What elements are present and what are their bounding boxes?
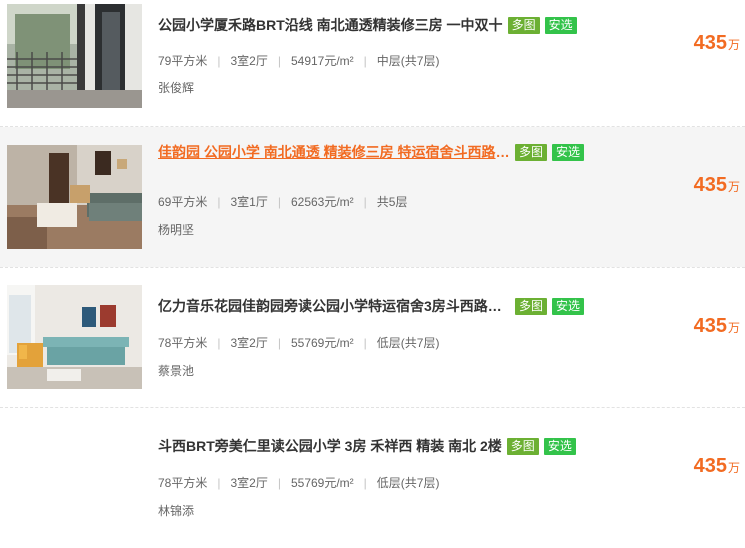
listing-title-row: 斗西BRT旁美仁里读公园小学 3房 禾祥西 精装 南北 2楼 多图 安选 (158, 434, 576, 458)
listing-title-link[interactable]: 亿力音乐花园佳韵园旁读公园小学特运宿舍3房斗西路BR... (158, 296, 510, 316)
room-layout: 3室2厅 (230, 476, 268, 490)
area: 78平方米 (158, 476, 208, 490)
price-unit: 万 (727, 180, 740, 194)
listing-info: 78平方米 | 3室2厅 | 55769元/m² | 低层(共7层) (158, 335, 440, 351)
unit-price: 54917元/m² (290, 54, 354, 68)
room-layout: 3室2厅 (230, 54, 268, 68)
price-value: 435 (693, 174, 727, 196)
price-value: 435 (693, 315, 727, 337)
agent-name: 林锦添 (158, 504, 195, 518)
price-unit: 万 (727, 321, 740, 335)
floor: 中层(共7层) (376, 54, 440, 68)
listing-title-link[interactable]: 斗西BRT旁美仁里读公园小学 3房 禾祥西 精装 南北 2楼 (158, 436, 502, 456)
price-value: 435 (693, 455, 727, 477)
area: 79平方米 (158, 54, 208, 68)
room-layout: 3室1厅 (230, 195, 268, 209)
price-unit: 万 (727, 461, 740, 475)
unit-price: 62563元/m² (290, 195, 354, 209)
tag-multi-photo: 多图 (515, 143, 548, 161)
listing-title-row: 公园小学厦禾路BRT沿线 南北通透精装修三房 一中双十 多图 安选 (158, 13, 577, 37)
total-price: 435万 (694, 174, 740, 197)
listing-photo[interactable] (7, 145, 142, 249)
listing-info: 79平方米 | 3室2厅 | 54917元/m² | 中层(共7层) (158, 53, 440, 69)
floor: 低层(共7层) (376, 476, 440, 490)
tag-multi-photo: 多图 (515, 297, 548, 315)
unit-price: 55769元/m² (290, 476, 354, 490)
floor: 共5层 (376, 195, 408, 209)
tag-verified: 安选 (552, 143, 585, 161)
agent-name: 蔡景池 (158, 364, 195, 378)
tag-multi-photo: 多图 (507, 16, 540, 34)
listing-item[interactable]: 斗西BRT旁美仁里读公园小学 3房 禾祥西 精装 南北 2楼 多图 安选 78平… (0, 408, 745, 548)
total-price: 435万 (694, 455, 740, 478)
listing-info: 78平方米 | 3室2厅 | 55769元/m² | 低层(共7层) (158, 475, 440, 491)
listing-item[interactable]: 公园小学厦禾路BRT沿线 南北通透精装修三房 一中双十 多图 安选 79平方米 |… (0, 0, 745, 140)
listing-list: 公园小学厦禾路BRT沿线 南北通透精装修三房 一中双十 多图 安选 79平方米 |… (0, 0, 745, 525)
room-layout: 3室2厅 (230, 336, 268, 350)
listing-item[interactable]: 佳韵园 公园小学 南北通透 精装修三房 特运宿舍斗西路B... 多图 安选 69… (0, 127, 745, 267)
tag-verified: 安选 (543, 437, 576, 455)
tag-verified: 安选 (552, 297, 585, 315)
price-unit: 万 (727, 38, 740, 52)
agent-name: 杨明坚 (158, 223, 195, 237)
tag-multi-photo: 多图 (506, 437, 539, 455)
listing-photo[interactable] (7, 426, 142, 530)
listing-title-row: 佳韵园 公园小学 南北通透 精装修三房 特运宿舍斗西路B... 多图 安选 (158, 140, 585, 164)
total-price: 435万 (694, 32, 740, 55)
agent-name: 张俊辉 (158, 81, 195, 95)
total-price: 435万 (694, 315, 740, 338)
listing-photo[interactable] (7, 285, 142, 389)
listing-photo[interactable] (7, 4, 142, 108)
unit-price: 55769元/m² (290, 336, 354, 350)
listing-title-link[interactable]: 公园小学厦禾路BRT沿线 南北通透精装修三房 一中双十 (158, 15, 503, 35)
listing-item[interactable]: 亿力音乐花园佳韵园旁读公园小学特运宿舍3房斗西路BR... 多图 安选 78平方… (0, 268, 745, 408)
listing-title-link[interactable]: 佳韵园 公园小学 南北通透 精装修三房 特运宿舍斗西路B... (158, 142, 510, 162)
price-value: 435 (693, 32, 727, 54)
listing-title-row: 亿力音乐花园佳韵园旁读公园小学特运宿舍3房斗西路BR... 多图 安选 (158, 294, 585, 318)
listing-info: 69平方米 | 3室1厅 | 62563元/m² | 共5层 (158, 194, 408, 210)
area: 78平方米 (158, 336, 208, 350)
area: 69平方米 (158, 195, 208, 209)
tag-verified: 安选 (544, 16, 577, 34)
floor: 低层(共7层) (376, 336, 440, 350)
